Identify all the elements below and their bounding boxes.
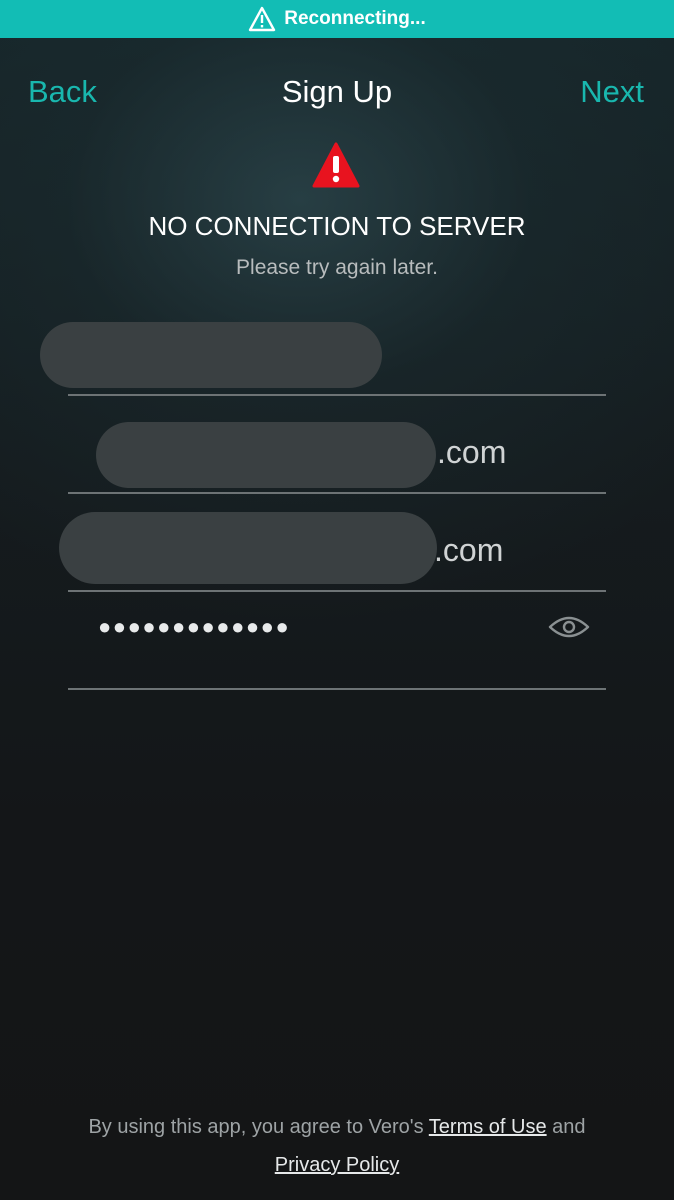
- page-title: Sign Up: [281, 74, 393, 109]
- terms-text: By using this app, you agree to Vero's: [88, 1116, 429, 1138]
- password-field[interactable]: ●●●●●●●●●●●●●: [68, 592, 606, 690]
- connection-banner: Reconnecting...: [0, 0, 674, 38]
- next-button[interactable]: Next: [580, 74, 644, 110]
- password-value: ●●●●●●●●●●●●●: [98, 614, 291, 639]
- confirm-email-domain-suffix: .com: [434, 532, 504, 568]
- redacted-confirm-email-value: [59, 512, 437, 584]
- email-field[interactable]: .com: [68, 396, 606, 494]
- warning-triangle-icon: [248, 6, 276, 32]
- terms-footer: By using this app, you agree to Vero's T…: [0, 1108, 674, 1184]
- eye-icon[interactable]: [548, 612, 590, 642]
- sign-up-screen: Reconnecting... Back Sign Up Next NO CON…: [0, 0, 674, 1200]
- terms-conjunction: and: [546, 1116, 586, 1138]
- confirm-email-field[interactable]: .com: [59, 494, 606, 592]
- privacy-line: Privacy Policy: [0, 1146, 674, 1184]
- redacted-email-value: [96, 422, 436, 488]
- error-message: Please try again later.: [236, 256, 438, 279]
- privacy-policy-link[interactable]: Privacy Policy: [275, 1154, 399, 1176]
- redacted-name-value: [40, 322, 382, 388]
- terms-line: By using this app, you agree to Vero's T…: [0, 1108, 674, 1146]
- email-domain-suffix: .com: [437, 434, 507, 470]
- terms-of-use-link[interactable]: Terms of Use: [429, 1116, 547, 1138]
- warning-icon: [312, 142, 360, 188]
- connection-status-text: Reconnecting...: [284, 8, 426, 29]
- navigation-bar: Back Sign Up Next: [0, 68, 674, 122]
- error-title: NO CONNECTION TO SERVER: [148, 211, 526, 241]
- name-field[interactable]: [40, 318, 606, 396]
